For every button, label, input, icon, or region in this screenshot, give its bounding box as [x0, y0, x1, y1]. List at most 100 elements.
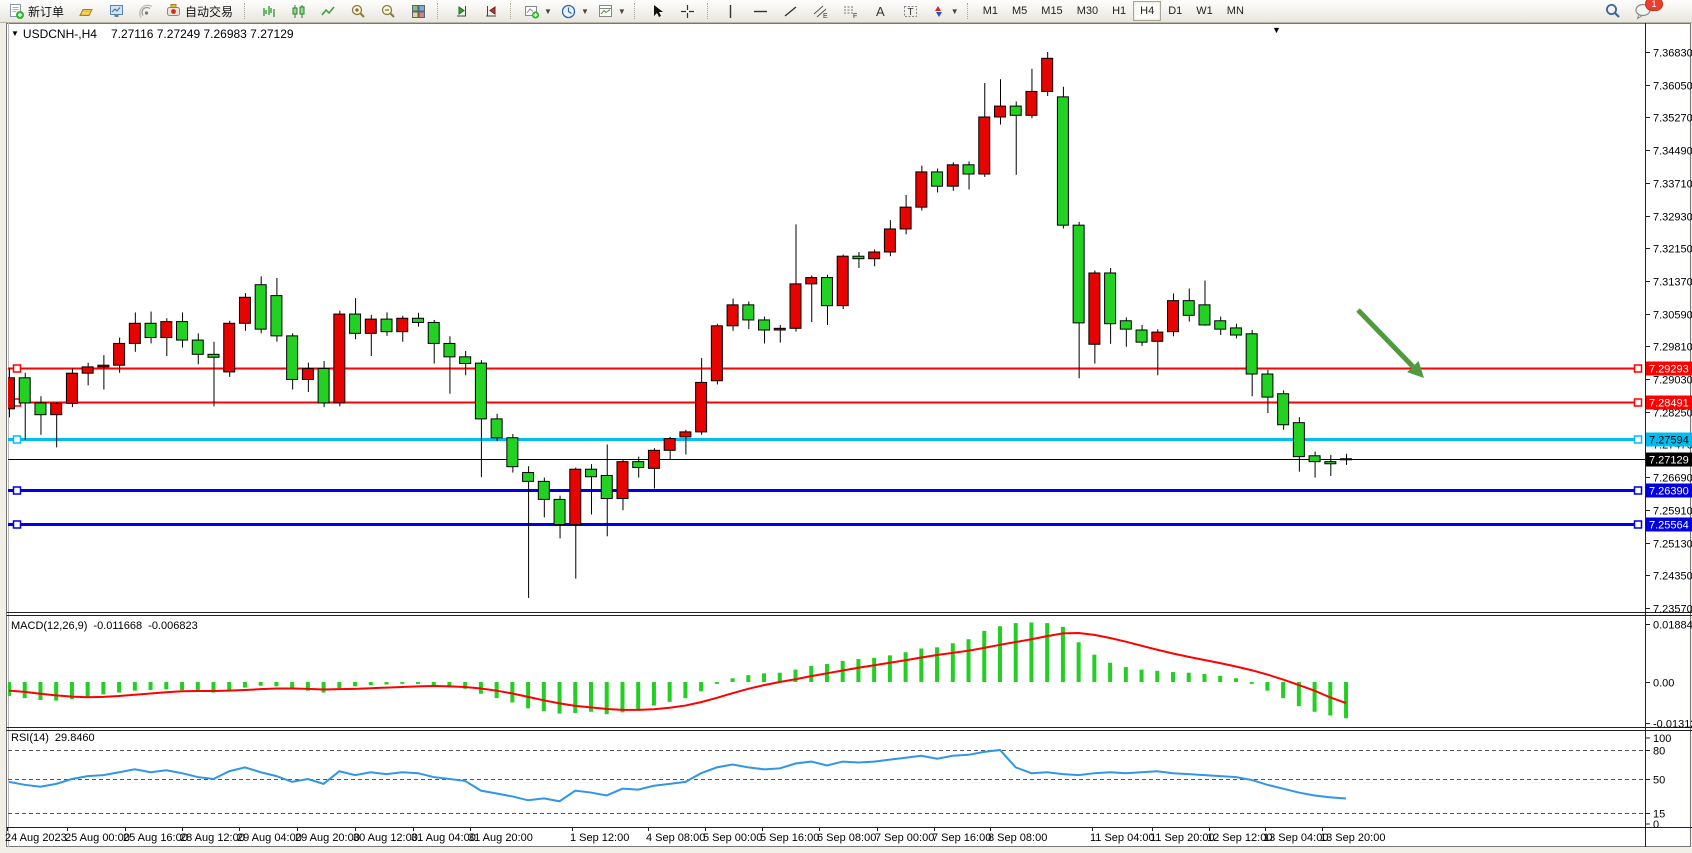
- y-axis-tick-label: 7.36050: [1653, 81, 1692, 93]
- timeframe-button-W1[interactable]: W1: [1189, 1, 1220, 21]
- autotrade-button[interactable]: 自动交易: [161, 0, 240, 22]
- line-drag-handle[interactable]: [14, 521, 21, 528]
- vertical-line-tool-button[interactable]: [716, 0, 746, 22]
- trendline-tool-button[interactable]: [776, 0, 806, 22]
- line-drag-handle[interactable]: [1635, 436, 1642, 443]
- line-drag-handle[interactable]: [1635, 521, 1642, 528]
- macd-histogram-bar: [699, 682, 703, 691]
- cursor-tool-button[interactable]: [643, 0, 673, 22]
- candle-chart-mode-button[interactable]: [283, 0, 313, 22]
- timeframe-button-M15[interactable]: M15: [1034, 1, 1069, 21]
- template-icon: [597, 3, 614, 20]
- line-drag-handle[interactable]: [1635, 399, 1642, 406]
- macd-histogram-bar: [1155, 671, 1159, 682]
- zoom-in-button[interactable]: [343, 0, 373, 22]
- macd-histogram-bar: [1077, 642, 1081, 682]
- toolbar-separator: [244, 3, 249, 19]
- zoom-in-icon: [350, 3, 367, 20]
- chart-window[interactable]: 7.368307.360507.352707.344907.337107.329…: [0, 0, 1692, 853]
- chart-shift-button[interactable]: [476, 0, 506, 22]
- macd-histogram-bar: [668, 682, 672, 702]
- crosshair-tool-button[interactable]: [673, 0, 703, 22]
- text-label-tool-button[interactable]: T: [896, 0, 926, 22]
- notifications-button[interactable]: 1: [1628, 0, 1658, 22]
- svg-text:F: F: [853, 13, 857, 20]
- x-axis-date-label: 29 Aug 04:00: [237, 832, 302, 844]
- x-axis-date-label: 13 Sep 20:00: [1320, 832, 1385, 844]
- candle-body: [302, 369, 313, 380]
- line-drag-handle[interactable]: [14, 436, 21, 443]
- gold-button[interactable]: [71, 0, 101, 22]
- candle-body: [1325, 462, 1336, 464]
- fibonacci-tool-button[interactable]: F: [836, 0, 866, 22]
- toolbar-separator: [634, 3, 639, 19]
- candle-body: [365, 319, 376, 333]
- new-order-label: 新订单: [28, 3, 64, 20]
- candle-body: [412, 318, 423, 322]
- line-chart-mode-button[interactable]: [313, 0, 343, 22]
- macd-histogram-bar: [180, 682, 184, 690]
- candle-body: [837, 256, 848, 305]
- macd-tick-label: 0.00: [1653, 678, 1674, 690]
- timeframe-button-M5[interactable]: M5: [1005, 1, 1034, 21]
- chart-menu-dropdown-icon[interactable]: ▼: [1272, 25, 1281, 35]
- macd-histogram-bar: [731, 678, 735, 682]
- horizontal-line-icon: [752, 3, 769, 20]
- candle-body: [1293, 423, 1304, 457]
- text-tool-button[interactable]: A: [866, 0, 896, 22]
- symbol-dropdown-icon[interactable]: ▼: [11, 29, 19, 38]
- candle-body: [1309, 456, 1320, 462]
- indicators-button[interactable]: ▼: [519, 0, 556, 22]
- macd-histogram-bar: [558, 682, 562, 714]
- candle-body: [963, 165, 974, 174]
- horizontal-line-tool-button[interactable]: [746, 0, 776, 22]
- zoom-out-button[interactable]: [373, 0, 403, 22]
- fibonacci-icon: F: [842, 3, 859, 20]
- candle-body: [538, 481, 549, 499]
- candle-body: [727, 305, 738, 326]
- y-axis-tick-label: 7.29030: [1653, 375, 1692, 387]
- new-order-button[interactable]: 新订单: [4, 0, 71, 22]
- candle-body: [1057, 97, 1068, 225]
- price-badge-label: 7.29293: [1649, 364, 1689, 376]
- macd-histogram-bar: [322, 682, 326, 693]
- x-axis-date-label: 25 Aug 00:00: [65, 832, 130, 844]
- timeframe-button-MN[interactable]: MN: [1220, 1, 1251, 21]
- macd-histogram-bar: [683, 682, 687, 698]
- signal-button[interactable]: [131, 0, 161, 22]
- vertical-line-icon: [722, 3, 739, 20]
- periods-button[interactable]: ▼: [556, 0, 593, 22]
- clock-icon: [560, 3, 577, 20]
- line-drag-handle[interactable]: [1635, 487, 1642, 494]
- candle-body: [287, 336, 298, 380]
- templates-button[interactable]: ▼: [593, 0, 630, 22]
- candle-body: [145, 323, 156, 337]
- tile-windows-button[interactable]: [403, 0, 433, 22]
- candle-body: [570, 469, 581, 524]
- timeframe-button-H1[interactable]: H1: [1105, 1, 1133, 21]
- timeframe-button-M1[interactable]: M1: [976, 1, 1005, 21]
- arrows-tool-button[interactable]: ▼: [926, 0, 963, 22]
- macd-histogram-bar: [117, 682, 121, 693]
- search-button[interactable]: [1598, 0, 1628, 22]
- timeframe-button-D1[interactable]: D1: [1161, 1, 1189, 21]
- macd-histogram-bar: [1171, 672, 1175, 682]
- candle-body: [696, 382, 707, 431]
- autotrade-label: 自动交易: [185, 3, 233, 20]
- toolbar-separator: [437, 3, 442, 19]
- bar-chart-mode-button[interactable]: [253, 0, 283, 22]
- rsi-tick-label: 0: [1653, 819, 1659, 831]
- candle-body: [1341, 459, 1352, 460]
- line-drag-handle[interactable]: [14, 487, 21, 494]
- line-drag-handle[interactable]: [1635, 365, 1642, 372]
- market-watch-button[interactable]: [101, 0, 131, 22]
- notification-badge: 1: [1645, 0, 1663, 11]
- candle-body: [1246, 334, 1257, 374]
- equidistant-channel-tool-button[interactable]: E: [806, 0, 836, 22]
- timeframe-button-M30[interactable]: M30: [1070, 1, 1105, 21]
- price-badge-label: 7.26390: [1649, 486, 1689, 498]
- x-axis-date-label: 29 Aug 20:00: [295, 832, 360, 844]
- auto-scroll-button[interactable]: [446, 0, 476, 22]
- line-drag-handle[interactable]: [14, 365, 21, 372]
- timeframe-button-H4[interactable]: H4: [1133, 1, 1161, 21]
